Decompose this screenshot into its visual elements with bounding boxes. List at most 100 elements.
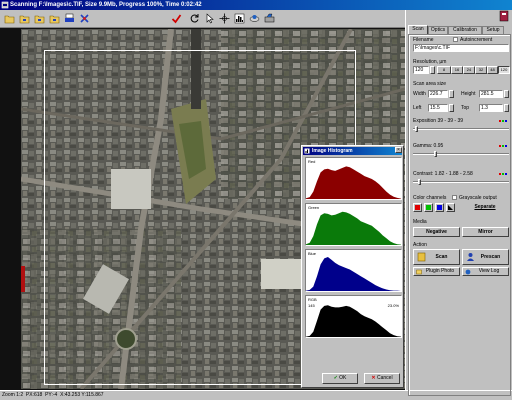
blue-channel-button[interactable] <box>435 203 444 212</box>
resolution-preset-120[interactable]: 120 <box>498 66 510 74</box>
scan-icon <box>417 252 426 262</box>
gamma-slider[interactable] <box>413 151 509 157</box>
width-input[interactable]: 226.7 <box>428 90 448 98</box>
resolution-preset-48[interactable]: 48 <box>487 66 498 74</box>
cancel-x-icon: ✕ <box>371 375 376 381</box>
histogram-blue-plot: Blue <box>305 249 402 292</box>
histogram-green-area <box>306 211 401 245</box>
view-log-label: View Log <box>478 268 500 274</box>
histogram-window-icon <box>304 148 310 154</box>
toolbar <box>0 10 405 28</box>
open-folder-icon[interactable] <box>33 12 45 24</box>
mirror-button[interactable]: Mirror <box>462 227 509 237</box>
close-icon[interactable]: × <box>395 147 402 153</box>
histogram-blue-label: Blue <box>308 251 317 256</box>
tab-scan[interactable]: Scan <box>408 25 428 34</box>
left-spinner[interactable] <box>449 104 454 112</box>
width-label: Width <box>413 91 426 97</box>
tab-setup[interactable]: Setup <box>482 26 504 34</box>
scan-tab-page <box>408 34 511 396</box>
histogram-green-label: Green <box>308 205 320 210</box>
status-px: PX:618 <box>25 392 43 398</box>
book-icon[interactable] <box>498 10 510 22</box>
action-label: Action <box>413 242 427 248</box>
position-marker[interactable] <box>21 266 25 292</box>
rotate-icon[interactable] <box>188 12 200 24</box>
histogram-cancel-button[interactable]: ✕ Cancel <box>364 373 400 384</box>
tab-optics[interactable]: Optics <box>428 26 448 34</box>
open-folder-icon[interactable] <box>18 12 30 24</box>
top-input[interactable]: 1.3 <box>479 104 503 112</box>
scan-area-label: Scan area size <box>413 81 447 87</box>
resolution-preset-16[interactable]: 16 <box>451 66 463 74</box>
contrast-channel-dots <box>499 173 507 175</box>
histogram-rgb-label: RGB <box>308 297 317 302</box>
tab-calibration[interactable]: Calibration <box>448 26 482 34</box>
color-channels-label: Color channels <box>413 195 447 201</box>
histogram-red-area <box>306 166 401 199</box>
resolution-preset-32[interactable]: 32 <box>475 66 487 74</box>
red-channel-button[interactable] <box>413 203 422 212</box>
prescan-button[interactable]: Prescan <box>462 249 509 265</box>
crosshair-icon[interactable] <box>218 12 230 24</box>
app-icon[interactable] <box>1 1 9 9</box>
print-icon[interactable] <box>63 12 75 24</box>
gamma-label: Gamma: 0.95 <box>413 143 444 149</box>
histogram-title: Image Histogram <box>312 148 353 154</box>
histogram-icon[interactable] <box>233 12 245 24</box>
media-label: Media <box>413 219 427 225</box>
histogram-red-plot: Red <box>305 157 402 200</box>
histogram-ok-button[interactable]: ✓ OK <box>322 373 358 384</box>
histogram-rgb-level: 145 <box>308 303 315 308</box>
histogram-cancel-label: Cancel <box>377 375 393 381</box>
height-spinner[interactable] <box>504 90 509 98</box>
status-zoom: Zoom 1:2 <box>2 392 24 398</box>
histogram-rgb-plot: RGB 145 23.0% <box>305 295 402 338</box>
top-label: Top <box>461 105 470 111</box>
left-label: Left <box>413 105 422 111</box>
view-log-button[interactable]: View Log <box>462 267 509 276</box>
satellite-icon[interactable] <box>248 12 260 24</box>
exposition-slider[interactable] <box>413 126 509 132</box>
autoincrement-label: Autoincrement <box>460 37 493 43</box>
open-folder-icon[interactable] <box>48 12 60 24</box>
status-py: PY:-4 <box>45 392 58 398</box>
window-title: Scanning F:\Images\c.TIF, Size 9.9Mb, Pr… <box>10 2 202 8</box>
contrast-label: Contrast: 1.82 - 1.88 - 2.58 <box>413 171 473 177</box>
height-label: Height <box>461 91 476 97</box>
top-spinner[interactable] <box>504 104 509 112</box>
green-channel-button[interactable] <box>424 203 433 212</box>
grayscale-checkbox[interactable] <box>452 195 457 200</box>
scan-button[interactable]: Scan <box>413 249 460 265</box>
left-input[interactable]: 15.5 <box>428 104 448 112</box>
prescan-icon <box>467 253 474 261</box>
grayscale-label: Grayscale output <box>459 195 497 201</box>
prescan-button-label: Prescan <box>480 254 501 260</box>
resolution-select[interactable]: 120 <box>413 66 429 74</box>
autoincrement-checkbox[interactable] <box>453 37 458 42</box>
check-icon: ✓ <box>333 375 338 381</box>
histogram-window: Image Histogram × Red Green Blue RGB 145… <box>301 145 404 388</box>
resolution-preset-24[interactable]: 24 <box>463 66 475 74</box>
width-spinner[interactable] <box>449 90 454 98</box>
resolution-dropdown-arrow[interactable] <box>430 66 435 74</box>
plugin-photo-label: Plugin Photo <box>425 268 455 274</box>
bw-channel-button[interactable] <box>446 203 455 212</box>
delete-icon[interactable] <box>78 12 90 24</box>
contrast-slider[interactable] <box>413 179 509 185</box>
checkmark-icon[interactable] <box>170 12 182 24</box>
log-icon <box>465 269 471 275</box>
histogram-title-bar: Image Histogram <box>303 147 402 155</box>
resolution-preset-8[interactable]: 8 <box>437 66 451 74</box>
pointer-icon[interactable] <box>203 12 215 24</box>
separate-button[interactable]: Separate <box>461 203 509 213</box>
negative-button[interactable]: Negative <box>413 227 460 237</box>
plugin-photo-button[interactable]: Plugin Photo <box>413 267 460 276</box>
histogram-ok-label: OK <box>339 375 347 381</box>
height-input[interactable]: 281.5 <box>479 90 503 98</box>
scanner-icon[interactable] <box>263 12 275 24</box>
histogram-blue-area <box>306 257 401 291</box>
open-folder-icon[interactable] <box>3 12 15 24</box>
panel-tabs: Scan Optics Calibration Setup <box>408 25 511 34</box>
filename-input[interactable]: F:\Images\c.TIF <box>413 44 509 52</box>
